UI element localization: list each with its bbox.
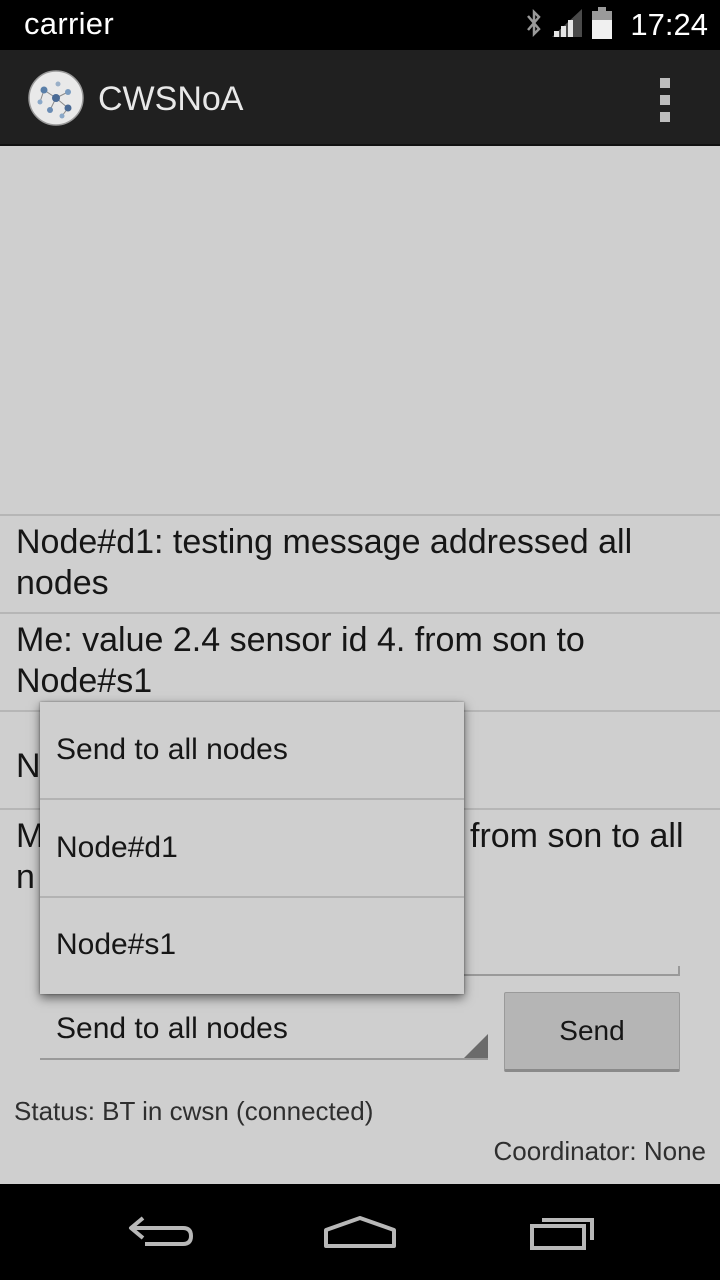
list-item[interactable]: Node#d1: testing message addressed all n… (0, 514, 720, 612)
battery-icon (590, 6, 614, 45)
carrier-label: carrier (24, 6, 114, 41)
dropdown-arrow-icon (464, 1034, 488, 1058)
list-item[interactable]: Me: value 2.4 sensor id 4. from son to N… (0, 612, 720, 710)
coordinator-status: Coordinator: None (493, 1136, 706, 1166)
message-text: Me: value 2.4 sensor id 4. from son to N… (16, 621, 585, 700)
recent-apps-icon[interactable] (522, 1202, 602, 1262)
send-button[interactable]: Send (504, 992, 680, 1072)
home-icon[interactable] (320, 1202, 400, 1262)
dropdown-option-node-s1[interactable]: Node#s1 (40, 898, 464, 992)
status-bar: carrier 17:24 (0, 0, 720, 50)
clock: 17:24 (630, 7, 708, 42)
back-icon[interactable] (120, 1202, 200, 1262)
recipient-dropdown: Send to all nodes Node#d1 Node#s1 (40, 702, 464, 994)
main-content: Node#d1: testing message addressed all n… (0, 148, 720, 1184)
navigation-bar (0, 1184, 720, 1280)
blank-area (0, 148, 720, 514)
message-text: Node#d1: testing message addressed all n… (16, 523, 633, 602)
dropdown-option-node-d1[interactable]: Node#d1 (40, 800, 464, 898)
spinner-selected-label: Send to all nodes (56, 1012, 288, 1045)
option-label: Send to all nodes (56, 733, 288, 766)
action-bar: CWSNoA (0, 50, 720, 146)
signal-icon (550, 7, 584, 44)
connection-status: Status: BT in cwsn (connected) (14, 1096, 374, 1126)
message-text-right: from son to all (470, 817, 684, 855)
recipient-spinner[interactable]: Send to all nodes (40, 996, 488, 1060)
dropdown-option-all-nodes[interactable]: Send to all nodes (40, 702, 464, 800)
bluetooth-icon (524, 7, 544, 44)
overflow-menu-icon[interactable] (650, 78, 680, 122)
status-icons: 17:24 (524, 6, 708, 44)
option-label: Node#d1 (56, 831, 178, 864)
app-title: CWSNoA (98, 80, 244, 118)
message-text: N (16, 747, 41, 785)
message-text-2: n (16, 858, 35, 896)
option-label: Node#s1 (56, 928, 177, 961)
network-graph-icon (28, 70, 84, 126)
